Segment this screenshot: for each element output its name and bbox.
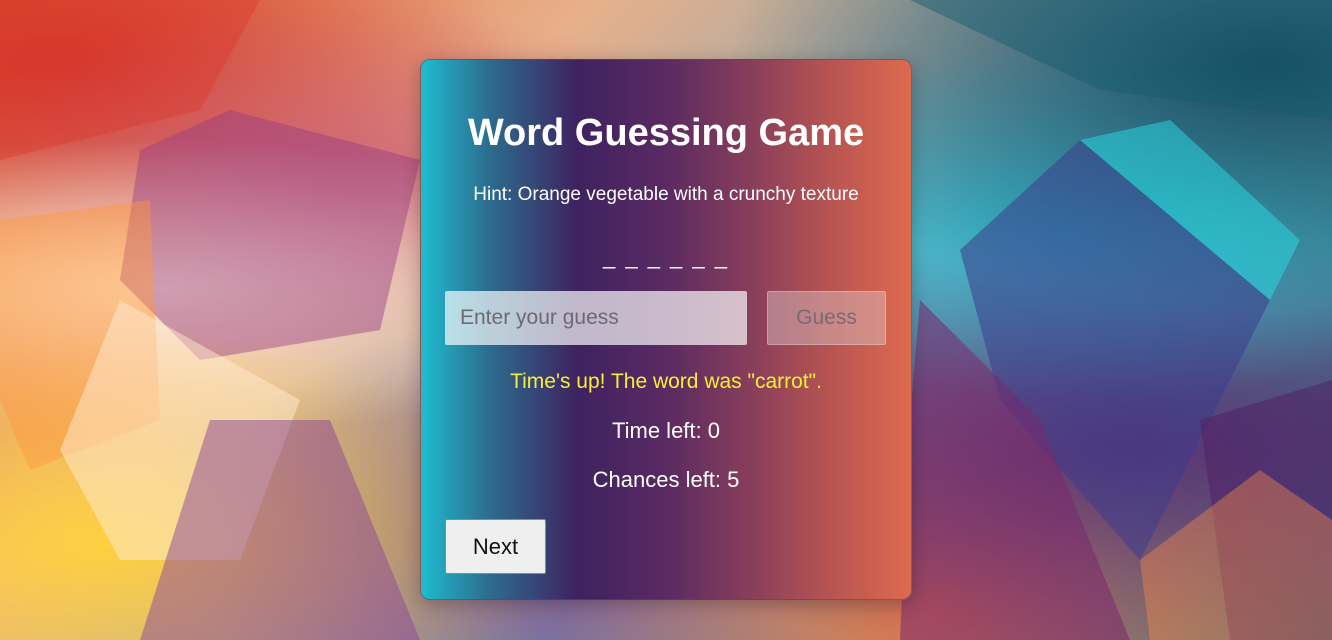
hint-text: Hint: Orange vegetable with a crunchy te… <box>473 184 859 205</box>
chances-left-text: Chances left: 5 <box>592 467 740 492</box>
time-left-text: Time left: 0 <box>612 418 720 443</box>
guess-button[interactable]: Guess <box>767 291 886 345</box>
next-button[interactable]: Next <box>445 519 546 574</box>
result-message: Time's up! The word was "carrot". <box>510 370 822 393</box>
game-title: Word Guessing Game <box>467 112 865 154</box>
guess-input[interactable] <box>445 291 747 345</box>
word-blanks: _ _ _ _ _ _ <box>603 244 729 269</box>
